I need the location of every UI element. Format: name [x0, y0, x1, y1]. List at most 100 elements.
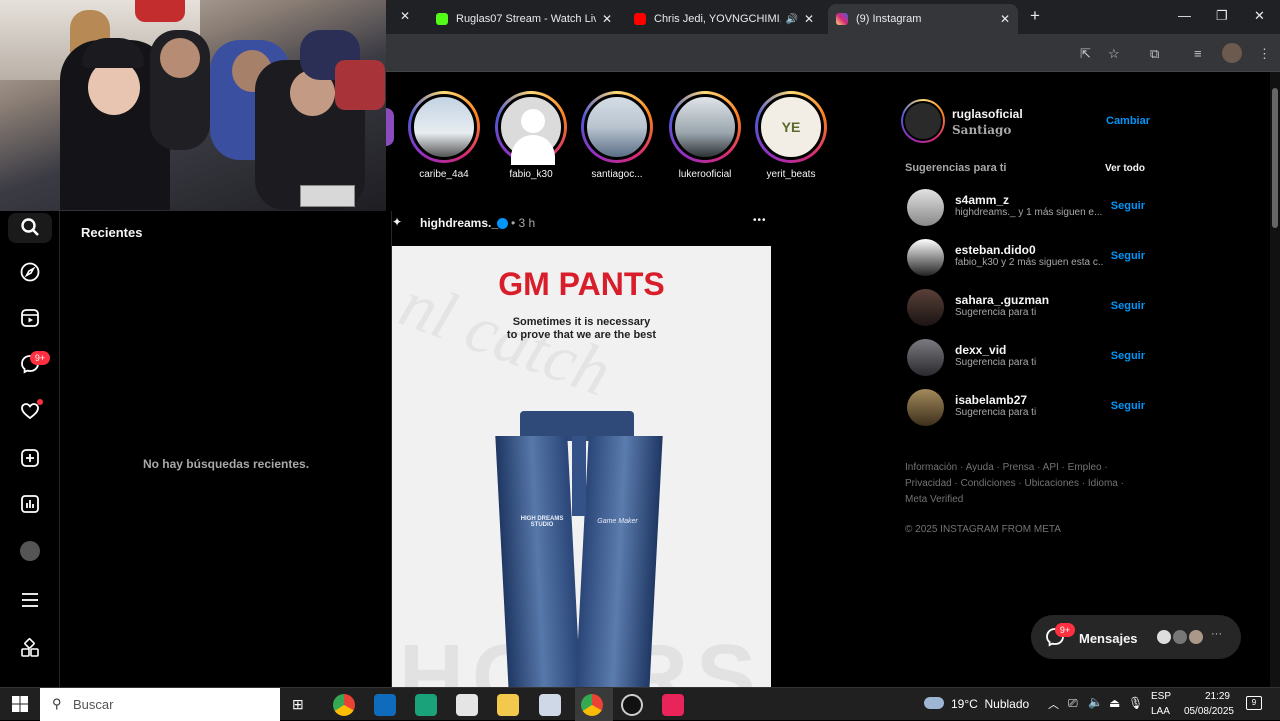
close-icon[interactable]: ✕	[1000, 12, 1010, 26]
avatar[interactable]	[907, 339, 944, 376]
task-view-icon[interactable]: ⊞	[292, 696, 304, 713]
close-tab-icon[interactable]: ✕	[400, 9, 410, 23]
browser-toolbar	[386, 34, 1280, 72]
messages-label: Mensajes	[1079, 631, 1138, 646]
follow-button[interactable]: Seguir	[1111, 350, 1145, 362]
copyright: © 2025 INSTAGRAM FROM META	[905, 524, 1061, 535]
profile-avatar-icon[interactable]	[1222, 43, 1242, 63]
lang-line1[interactable]: ESP	[1151, 691, 1171, 702]
follow-button[interactable]: Seguir	[1111, 200, 1145, 212]
post-username[interactable]: highdreams._	[420, 216, 498, 230]
notification-dot	[37, 399, 43, 405]
jeans-crotch	[572, 436, 586, 516]
search-icon[interactable]	[19, 216, 41, 238]
suggestion-item: isabelamb27 Sugerencia para ti Seguir	[907, 387, 1147, 427]
verified-badge-icon	[497, 218, 508, 229]
scrollbar[interactable]	[1270, 72, 1280, 687]
follow-button[interactable]: Seguir	[1111, 300, 1145, 312]
jeans-right-leg	[575, 436, 663, 687]
notification-center-icon[interactable]: 9	[1246, 696, 1262, 710]
store-icon[interactable]	[456, 694, 478, 716]
post-avatar-icon[interactable]: ✦	[392, 215, 402, 229]
post-image[interactable]: nl catch GM PANTS Sometimes it is necess…	[392, 246, 771, 687]
story-item[interactable]: lukerooficial	[669, 91, 741, 180]
story-partial	[386, 108, 394, 146]
avatar[interactable]	[907, 389, 944, 426]
youtube-icon	[634, 13, 646, 25]
bookmark-star-icon[interactable]: ☆	[1108, 46, 1120, 62]
close-icon[interactable]: ✕	[602, 12, 612, 26]
footer-links-1[interactable]: Información · Ayuda · Prensa · API · Emp…	[905, 462, 1108, 473]
close-icon[interactable]: ✕	[804, 12, 814, 26]
chrome-icon[interactable]	[333, 694, 355, 716]
suggestions-header: Sugerencias para ti	[905, 162, 1007, 174]
clock-date[interactable]: 05/08/2025	[1174, 706, 1234, 717]
footer-links-2[interactable]: Privacidad · Condiciones · Ubicaciones ·…	[905, 478, 1124, 489]
reels-icon[interactable]	[19, 307, 41, 329]
extensions-icon[interactable]: ⧉	[1150, 46, 1159, 62]
tab-youtube[interactable]: Chris Jedi, YOVNGCHIMI, D 🔊 ✕	[626, 4, 822, 34]
weather-text[interactable]: 19°C Nublado	[951, 697, 1029, 711]
menu-dots-icon[interactable]: ⋮	[1258, 46, 1271, 62]
pycharm-icon[interactable]	[415, 694, 437, 716]
usb-icon[interactable]: ⏏	[1109, 696, 1120, 710]
volume-icon[interactable]: 🔈	[1088, 695, 1103, 709]
tab-kick[interactable]: Ruglas07 Stream - Watch Live o ✕	[428, 4, 620, 34]
minimize-icon[interactable]: —	[1178, 8, 1191, 23]
dashboard-icon[interactable]	[19, 493, 41, 515]
follow-button[interactable]: Seguir	[1111, 250, 1145, 262]
chrome-active-icon[interactable]	[581, 694, 603, 716]
search-panel: Recientes No hay búsquedas recientes.	[60, 211, 392, 687]
messages-button[interactable]: 9+ Mensajes ···	[1031, 615, 1241, 659]
see-all-link[interactable]: Ver todo	[1105, 163, 1145, 174]
threads-apps-icon[interactable]	[19, 637, 41, 659]
suggestion-item: dexx_vid Sugerencia para ti Seguir	[907, 337, 1147, 377]
brand-right: Game Maker	[597, 518, 638, 525]
ad-subtitle-1: Sometimes it is necessary	[512, 316, 651, 328]
own-username[interactable]: ruglasoficial	[952, 107, 1023, 121]
story-item[interactable]: fabio_k30	[495, 91, 567, 180]
calculator-icon[interactable]	[539, 694, 561, 716]
follow-button[interactable]: Seguir	[1111, 400, 1145, 412]
switch-account-link[interactable]: Cambiar	[1106, 115, 1150, 127]
own-profile-avatar[interactable]	[901, 99, 945, 143]
obs-icon[interactable]	[621, 694, 643, 716]
scrollbar-thumb[interactable]	[1272, 88, 1278, 228]
tab-instagram[interactable]: (9) Instagram ✕	[828, 4, 1018, 34]
windows-start-icon[interactable]	[12, 696, 28, 712]
mic-icon[interactable]: 🎙	[1128, 696, 1143, 710]
window-close-icon[interactable]: ✕	[1254, 8, 1265, 24]
clock-time[interactable]: 21:29	[1180, 691, 1230, 702]
create-icon[interactable]	[19, 447, 41, 469]
footer-links-3[interactable]: Meta Verified	[905, 494, 963, 505]
more-menu-icon[interactable]	[19, 589, 41, 611]
outlook-icon[interactable]	[374, 694, 396, 716]
lang-line2[interactable]: LAA	[1151, 706, 1170, 717]
avatar[interactable]	[907, 189, 944, 226]
webcam-overlay	[0, 0, 387, 211]
avatar[interactable]	[907, 289, 944, 326]
explore-icon[interactable]	[19, 261, 41, 283]
new-tab-icon[interactable]: +	[1030, 6, 1040, 26]
story-item[interactable]: caribe_4a4	[408, 91, 480, 180]
tiktok-icon[interactable]	[662, 694, 684, 716]
more-dots-icon: ···	[1211, 628, 1222, 640]
network-icon[interactable]: ⎚	[1068, 696, 1078, 711]
post-time: • 3 h	[511, 216, 536, 230]
suggestion-item: s4amm_z highdreams._ y 1 más siguen e...…	[907, 187, 1147, 227]
file-explorer-icon[interactable]	[497, 694, 519, 716]
story-item[interactable]: santiagoc...	[581, 91, 653, 180]
chevron-up-icon[interactable]: ︿	[1048, 696, 1059, 712]
suggestion-item: esteban.dido0 fabio_k30 y 2 más siguen e…	[907, 237, 1147, 277]
profile-icon[interactable]	[20, 541, 40, 561]
cloud-icon	[924, 697, 944, 709]
story-item[interactable]: YE yerit_beats	[755, 91, 827, 180]
post-more-icon[interactable]: •••	[753, 215, 767, 226]
speaker-icon[interactable]: 🔊	[785, 14, 797, 25]
taskbar: ⚲ Buscar ⊞ 19°C Nublado ︿ ⎚ 🔈 ⏏ 🎙 ESP LA…	[0, 687, 1280, 721]
taskbar-search-box[interactable]: ⚲ Buscar	[40, 688, 280, 721]
media-controls-icon[interactable]: ≡	[1194, 46, 1202, 61]
avatar[interactable]	[907, 239, 944, 276]
install-app-icon[interactable]: ⇱	[1080, 46, 1091, 62]
maximize-icon[interactable]: ❐	[1216, 8, 1228, 24]
